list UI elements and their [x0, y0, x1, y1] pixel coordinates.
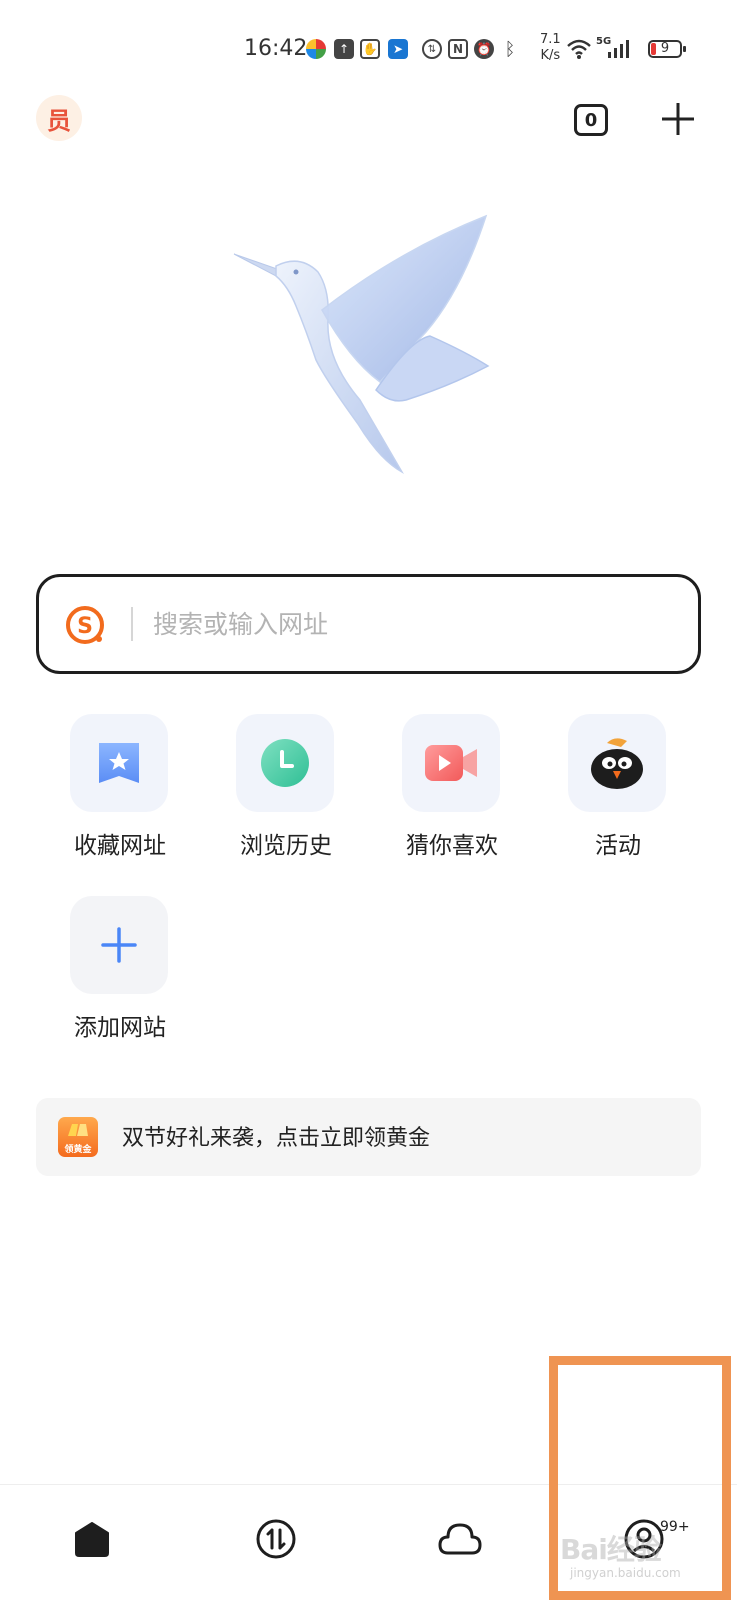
search-divider: [131, 607, 133, 641]
transfer-status-icon: ⇅: [422, 39, 442, 59]
promo-banner[interactable]: 领黄金 双节好礼来袭，点击立即领黄金: [36, 1098, 701, 1176]
home-icon: [75, 1522, 109, 1557]
sogou-logo-icon: S: [66, 606, 104, 644]
bird-logo: [233, 214, 490, 474]
net-speed-unit: K/s: [540, 48, 561, 63]
shortcut-label: 收藏网址: [74, 833, 166, 859]
upload-icon: ↑: [334, 39, 354, 59]
transfer-icon: [256, 1519, 296, 1559]
wifi-icon: [567, 39, 591, 59]
promo-text: 双节好礼来袭，点击立即领黄金: [122, 1126, 431, 1151]
shortcut-recommend[interactable]: 猜你喜欢: [392, 714, 512, 874]
bird-app-icon: ➤: [388, 39, 408, 59]
profile-notification-badge: 99+: [660, 1519, 690, 1535]
network-speed: 7.1 K/s: [540, 32, 561, 64]
penguin-mascot-icon: [568, 714, 666, 812]
nav-transfer[interactable]: [250, 1513, 302, 1565]
tab-count-label: 0: [584, 109, 598, 131]
nav-cloud[interactable]: [434, 1513, 486, 1565]
member-badge-label: 员: [47, 106, 71, 135]
search-input[interactable]: [153, 599, 673, 649]
tab-count-button[interactable]: 0: [574, 104, 608, 136]
app-notification-icon: [306, 39, 326, 59]
shortcut-activity[interactable]: 活动: [558, 714, 678, 874]
cloud-icon: [438, 1523, 482, 1555]
shortcut-label: 活动: [595, 833, 641, 859]
gold-bar-icon: 领黄金: [58, 1117, 98, 1157]
shortcut-label: 浏览历史: [240, 833, 332, 859]
shortcut-label: 猜你喜欢: [406, 833, 498, 859]
plus-icon: [70, 896, 168, 994]
search-box[interactable]: S: [36, 574, 701, 674]
status-bar: 16:42 ↑ ✋ ➤ ⇅ N ⏰ ᛒ 7.1 K/s 5G 9: [0, 30, 737, 70]
battery-indicator: 9: [648, 40, 686, 58]
clock-icon: [236, 714, 334, 812]
baidu-watermark: Bai经验: [560, 1533, 662, 1566]
baidu-watermark-url: jingyan.baidu.com: [570, 1566, 681, 1580]
shortcut-add-site[interactable]: 添加网站: [60, 896, 180, 1056]
video-camera-icon: [402, 714, 500, 812]
nfc-icon: N: [448, 39, 468, 59]
status-time: 16:42: [244, 36, 308, 61]
battery-level: 9: [660, 41, 670, 56]
new-tab-button[interactable]: [660, 101, 696, 137]
shortcut-history[interactable]: 浏览历史: [226, 714, 346, 874]
hand-icon: ✋: [360, 39, 380, 59]
signal-icon: [608, 40, 629, 58]
svg-text:S: S: [77, 614, 93, 639]
net-speed-value: 7.1: [540, 32, 561, 47]
nav-home[interactable]: [66, 1513, 118, 1565]
promo-icon-label: 领黄金: [64, 1145, 92, 1155]
bluetooth-icon: ᛒ: [500, 39, 520, 60]
bookmark-star-icon: [70, 714, 168, 812]
shortcut-label: 添加网站: [74, 1015, 166, 1041]
shortcut-bookmarks[interactable]: 收藏网址: [60, 714, 180, 874]
member-badge[interactable]: 员: [36, 95, 82, 141]
alarm-icon: ⏰: [474, 39, 494, 59]
